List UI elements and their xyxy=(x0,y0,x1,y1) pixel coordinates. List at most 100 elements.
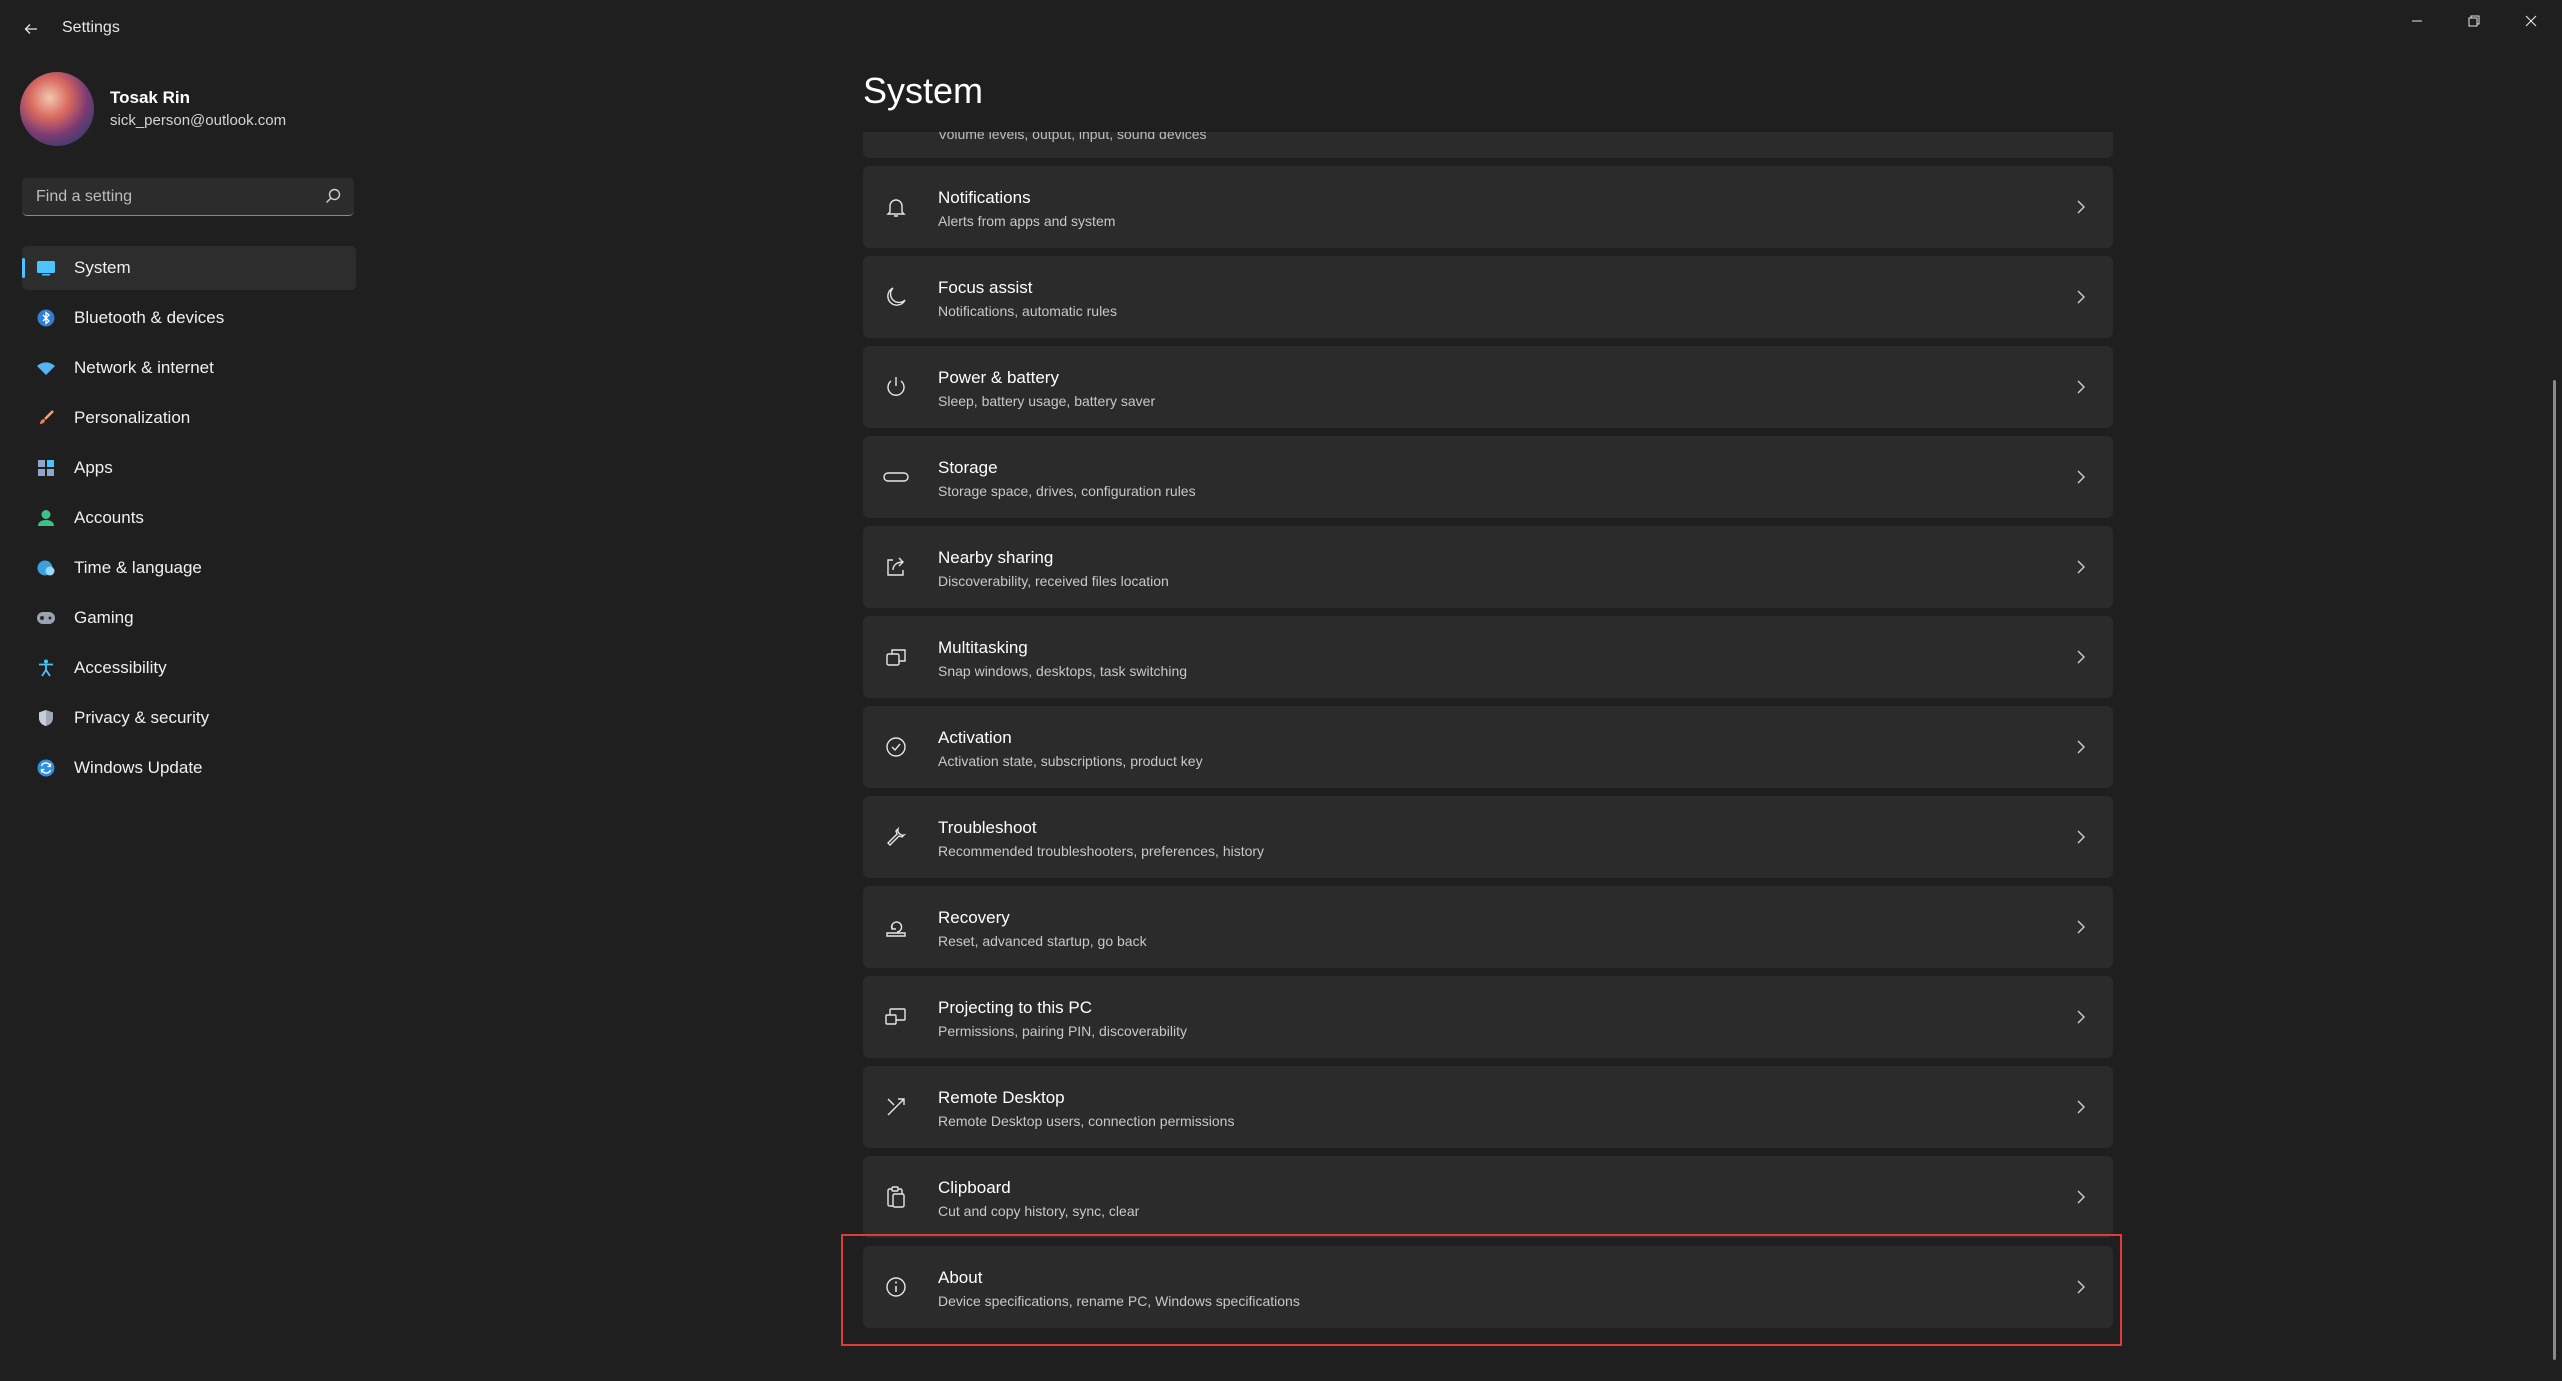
card-power-battery[interactable]: Power & battery Sleep, battery usage, ba… xyxy=(863,346,2113,428)
card-storage[interactable]: Storage Storage space, drives, configura… xyxy=(863,436,2113,518)
wifi-icon xyxy=(36,358,56,378)
restore-icon xyxy=(2468,15,2480,27)
card-nearby-sharing[interactable]: Nearby sharing Discoverability, received… xyxy=(863,526,2113,608)
chevron-right-icon xyxy=(2071,1277,2091,1297)
chevron-right-icon xyxy=(2071,647,2091,667)
card-title: Troubleshoot xyxy=(938,818,1037,837)
sidebar-item-bluetooth[interactable]: Bluetooth & devices xyxy=(22,296,356,340)
card-title: Projecting to this PC xyxy=(938,998,1093,1017)
globe-clock-icon xyxy=(36,558,56,578)
card-recovery[interactable]: Recovery Reset, advanced startup, go bac… xyxy=(863,886,2113,968)
sidebar-item-network[interactable]: Network & internet xyxy=(22,346,356,390)
multitask-icon xyxy=(883,644,909,670)
card-subtitle: Storage space, drives, configuration rul… xyxy=(938,483,1196,499)
sidebar-item-label: Windows Update xyxy=(74,758,203,777)
update-icon xyxy=(36,758,56,778)
card-multitasking[interactable]: Multitasking Snap windows, desktops, tas… xyxy=(863,616,2113,698)
share-icon xyxy=(883,554,909,580)
sidebar-item-accessibility[interactable]: Accessibility xyxy=(22,646,356,690)
card-about[interactable]: About Device specifications, rename PC, … xyxy=(863,1246,2113,1328)
sidebar-item-personalization[interactable]: Personalization xyxy=(22,396,356,440)
chevron-right-icon xyxy=(2071,827,2091,847)
sidebar-item-label: System xyxy=(74,258,131,277)
sidebar-item-label: Privacy & security xyxy=(74,708,210,727)
sidebar-item-label: Network & internet xyxy=(74,358,214,377)
card-activation[interactable]: Activation Activation state, subscriptio… xyxy=(863,706,2113,788)
card-title: Remote Desktop xyxy=(938,1088,1065,1107)
card-remote-desktop[interactable]: Remote Desktop Remote Desktop users, con… xyxy=(863,1066,2113,1148)
card-title: Multitasking xyxy=(938,638,1028,657)
card-subtitle: Permissions, pairing PIN, discoverabilit… xyxy=(938,1023,1187,1039)
card-title: Nearby sharing xyxy=(938,548,1054,567)
restore-button[interactable] xyxy=(2451,6,2497,36)
back-button[interactable] xyxy=(18,16,44,42)
sidebar-item-windows-update[interactable]: Windows Update xyxy=(22,746,356,790)
remote-desktop-icon xyxy=(883,1094,909,1120)
clipboard-icon xyxy=(883,1184,909,1210)
search-icon[interactable] xyxy=(324,187,342,205)
window-title: Settings xyxy=(62,19,120,36)
sidebar-item-label: Personalization xyxy=(74,408,191,427)
card-troubleshoot[interactable]: Troubleshoot Recommended troubleshooters… xyxy=(863,796,2113,878)
card-title: Focus assist xyxy=(938,278,1033,297)
accessibility-icon xyxy=(36,658,56,678)
sidebar-item-label: Bluetooth & devices xyxy=(74,308,225,327)
card-title: Storage xyxy=(938,458,998,477)
card-subtitle: Alerts from apps and system xyxy=(938,213,1116,229)
shield-icon xyxy=(36,708,56,728)
chevron-right-icon xyxy=(2071,737,2091,757)
card-title: Notifications xyxy=(938,188,1031,207)
card-title: Recovery xyxy=(938,908,1010,927)
card-subtitle: Device specifications, rename PC, Window… xyxy=(938,1293,1300,1309)
close-button[interactable] xyxy=(2508,6,2554,36)
brush-icon xyxy=(36,408,56,428)
card-subtitle: Reset, advanced startup, go back xyxy=(938,933,1147,949)
card-subtitle: Cut and copy history, sync, clear xyxy=(938,1203,1140,1219)
user-profile[interactable]: Tosak Rin sick_person@outlook.com xyxy=(20,72,360,146)
chevron-right-icon xyxy=(2071,557,2091,577)
card-subtitle: Notifications, automatic rules xyxy=(938,303,1117,319)
profile-name: Tosak Rin xyxy=(110,88,190,107)
check-circle-icon xyxy=(883,734,909,760)
search-input[interactable] xyxy=(34,178,318,216)
scrollbar[interactable] xyxy=(2553,380,2556,1360)
sidebar-item-apps[interactable]: Apps xyxy=(22,446,356,490)
sidebar-item-gaming[interactable]: Gaming xyxy=(22,596,356,640)
sidebar-item-label: Apps xyxy=(74,458,113,477)
sound-card-partial[interactable]: Volume levels, output, input, sound devi… xyxy=(863,132,2113,158)
card-focus-assist[interactable]: Focus assist Notifications, automatic ru… xyxy=(863,256,2113,338)
power-icon xyxy=(883,374,909,400)
sidebar-item-label: Gaming xyxy=(74,608,134,627)
settings-list: Volume levels, output, input, sound devi… xyxy=(863,132,2113,1381)
card-clipboard[interactable]: Clipboard Cut and copy history, sync, cl… xyxy=(863,1156,2113,1238)
moon-icon xyxy=(883,284,909,310)
recovery-icon xyxy=(883,914,909,940)
projector-icon xyxy=(883,1004,909,1030)
minimize-button[interactable] xyxy=(2394,6,2440,36)
close-icon xyxy=(2525,15,2537,27)
card-subtitle: Sleep, battery usage, battery saver xyxy=(938,393,1156,409)
card-subtitle: Activation state, subscriptions, product… xyxy=(938,753,1203,769)
apps-icon xyxy=(36,458,56,478)
card-title: About xyxy=(938,1268,983,1287)
chevron-right-icon xyxy=(2071,917,2091,937)
bluetooth-icon xyxy=(36,308,56,328)
card-projecting[interactable]: Projecting to this PC Permissions, pairi… xyxy=(863,976,2113,1058)
card-title: Power & battery xyxy=(938,368,1059,387)
sidebar-item-privacy-security[interactable]: Privacy & security xyxy=(22,696,356,740)
gamepad-icon xyxy=(36,608,56,628)
card-title: Activation xyxy=(938,728,1012,747)
sidebar-item-label: Time & language xyxy=(74,558,202,577)
chevron-right-icon xyxy=(2071,1007,2091,1027)
chevron-right-icon xyxy=(2071,197,2091,217)
sidebar-item-time-language[interactable]: Time & language xyxy=(22,546,356,590)
avatar xyxy=(20,72,94,146)
minimize-icon xyxy=(2412,20,2422,22)
storage-icon xyxy=(883,464,909,490)
sidebar-item-accounts[interactable]: Accounts xyxy=(22,496,356,540)
sidebar-item-system[interactable]: System xyxy=(22,246,356,290)
system-icon xyxy=(36,258,56,278)
card-notifications[interactable]: Notifications Alerts from apps and syste… xyxy=(863,166,2113,248)
sidebar-nav: System Bluetooth & devices Network & int… xyxy=(22,246,356,796)
bell-icon xyxy=(883,194,909,220)
